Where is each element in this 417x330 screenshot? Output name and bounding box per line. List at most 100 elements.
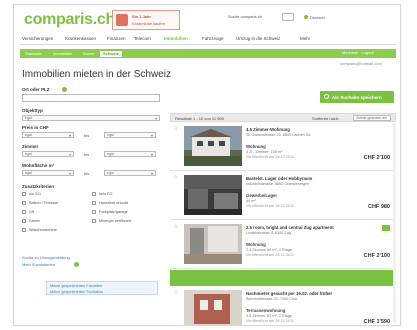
checkbox-label: Haustiere erlaubt bbox=[99, 201, 128, 205]
subnav-suche[interactable]: Suche bbox=[80, 51, 97, 57]
listing-item[interactable]: ☆ 4.5 Zimmer-Wohnung SL Gartenstrasse 25… bbox=[170, 123, 396, 171]
subnav-startseite[interactable]: Startseite bbox=[22, 51, 45, 57]
language-icon bbox=[304, 15, 308, 19]
objekttyp-select[interactable]: egal bbox=[22, 115, 160, 121]
favorite-star-icon[interactable]: ☆ bbox=[173, 290, 178, 296]
saved-favorites-link[interactable]: Meine gespeicherten Favoriten bbox=[50, 284, 102, 288]
checkbox-label: Balkon / Terrasse bbox=[29, 201, 59, 205]
zimmer-bis-label: bis bbox=[84, 152, 90, 157]
nav-item-fahrzeuge[interactable]: Fahrzeuge bbox=[202, 36, 224, 41]
listing-date: Veröffentlicht am 28.12.2011 bbox=[246, 204, 294, 208]
checkbox-kamin[interactable] bbox=[22, 219, 26, 223]
wohnflaeche-bis-select[interactable]: egal bbox=[104, 170, 156, 176]
listing-thumbnail[interactable] bbox=[184, 126, 242, 166]
language-selector[interactable]: Deutsch bbox=[310, 15, 325, 20]
nav-item-mehr[interactable]: Mehr bbox=[300, 36, 310, 41]
nav-item-telecom[interactable]: Telecom bbox=[134, 36, 151, 41]
checkbox-haustiere[interactable] bbox=[92, 201, 96, 205]
checkbox-label: Waschmaschine bbox=[29, 228, 57, 232]
zusatzkriterien-label: Zusatzkriterien bbox=[22, 184, 55, 189]
site-search-label: Suche comparis.ch bbox=[228, 14, 263, 19]
ad-line-2: Kostenlose kaufen bbox=[132, 21, 165, 26]
listing-type: Gewerbe/Lager bbox=[246, 193, 278, 198]
sub-nav: Startseite Immobilien Suche Schweiz bbox=[20, 49, 396, 58]
results-count: Resultate 1 - 10 von 11 969 bbox=[175, 115, 224, 121]
checkbox-label: Lift bbox=[29, 210, 35, 214]
checkbox-lift[interactable] bbox=[22, 210, 26, 214]
listing-rooms: 4 Zi., Zimmer: 105 m² bbox=[246, 150, 283, 154]
saved-searches-link[interactable]: Meine gespeicherten Suchabos bbox=[50, 290, 103, 294]
listing-rooms: 2.5 Zimmer, 65 m², 1 Etage bbox=[246, 248, 293, 252]
sort-label: Sortieren nach: bbox=[312, 115, 340, 121]
listing-address: Bahnhofstrasse 23, 7000 Chur bbox=[246, 297, 298, 301]
wohnflaeche-von-select[interactable]: egal bbox=[22, 170, 74, 176]
listing-thumbnail[interactable] bbox=[184, 224, 242, 264]
listing-title[interactable]: Bastelst. Lager oder Hobbyraum bbox=[246, 176, 312, 181]
location-label: Ort oder PLZ bbox=[22, 87, 50, 92]
checkbox-minergie[interactable] bbox=[92, 219, 96, 223]
favorite-star-icon[interactable]: ☆ bbox=[173, 126, 178, 132]
merkliste-link[interactable]: Merkliste · Logout bbox=[342, 50, 374, 55]
nav-item-versicherungen[interactable]: Versicherungen bbox=[22, 36, 53, 41]
zimmer-von-select[interactable]: egal bbox=[22, 151, 74, 157]
location-input[interactable] bbox=[22, 94, 160, 102]
listing-title[interactable]: 2.5 room, bright and central Zug apartme… bbox=[246, 225, 334, 230]
listing-price: CHF 980 bbox=[367, 204, 390, 210]
listing-thumbnail[interactable] bbox=[184, 175, 242, 215]
comparis-logo[interactable]: comparis.ch bbox=[24, 11, 115, 29]
preis-von-select[interactable]: egal bbox=[22, 132, 74, 138]
listing-price: CHF 2'100 bbox=[363, 253, 390, 259]
checkbox-nur-eg[interactable] bbox=[22, 192, 26, 196]
listing-type: Wohnung bbox=[246, 144, 266, 149]
listing-address: Lindenstrasse 4, 6300 Zug bbox=[246, 231, 291, 235]
listing-thumbnail[interactable] bbox=[184, 290, 242, 325]
wohnflaeche-bis-label: bis bbox=[84, 171, 90, 176]
listing-title[interactable]: Nachmieter gesucht per 15.02. oder frühe… bbox=[246, 291, 332, 296]
listing-item[interactable]: ☆ Bastelst. Lager oder Hobbyraum Industr… bbox=[170, 172, 396, 220]
listing-item[interactable]: ☆ 2.5 room, bright and central Zug apart… bbox=[170, 221, 396, 269]
main-nav: Versicherungen Krankenkassen Finanzen Te… bbox=[20, 35, 396, 45]
listing-title[interactable]: 4.5 Zimmer-Wohnung bbox=[246, 127, 290, 132]
listing-date: Veröffentlicht am 28.12.2011 bbox=[246, 155, 294, 159]
nav-item-immobilien[interactable]: Immobilien bbox=[164, 36, 188, 41]
checkbox-label: Parkplatz/garage bbox=[99, 210, 128, 214]
checkbox-parkplatz[interactable] bbox=[92, 210, 96, 214]
listing-date: Veröffentlicht am 28.12.2011 bbox=[246, 319, 294, 323]
sort-select[interactable]: Zuletzt geändert am bbox=[353, 115, 391, 121]
ad-line-1: Sie 1 Jahr bbox=[132, 14, 151, 19]
wohnflaeche-label: Wohnfläche m² bbox=[22, 163, 55, 168]
browser-frame: comparis.ch Sie 1 Jahr Kostenlose kaufen… bbox=[13, 4, 401, 326]
scrollbar[interactable] bbox=[393, 123, 396, 323]
favorite-star-icon[interactable]: ☆ bbox=[173, 175, 178, 181]
checkbox-label: Minergie-zertifiziert bbox=[99, 219, 132, 223]
user-email: comparis@hotmail.com bbox=[340, 61, 382, 66]
listing-type: Terrassenwohnung bbox=[246, 308, 286, 313]
checkbox-balkon[interactable] bbox=[22, 201, 26, 205]
preis-bis-select[interactable]: egal bbox=[104, 132, 156, 138]
checkbox-waschmaschine[interactable] bbox=[22, 228, 26, 232]
checkbox-label: nur EG bbox=[29, 192, 42, 196]
listing-address: SL Gartenstrasse 25, 8800 Lachen SZ bbox=[246, 133, 311, 137]
listing-price: CHF 1'590 bbox=[363, 319, 390, 325]
nav-item-finanzen[interactable]: Finanzen bbox=[107, 36, 126, 41]
suchabo-link[interactable]: Suche zu Umzugsmeldung bbox=[22, 255, 70, 260]
checkbox-kein-eg[interactable] bbox=[92, 192, 96, 196]
ad-banner[interactable]: Sie 1 Jahr Kostenlose kaufen bbox=[112, 10, 180, 30]
save-search-button[interactable]: Als Suchabo speichern bbox=[320, 91, 394, 103]
info-icon[interactable] bbox=[62, 87, 67, 92]
results-header: Resultate 1 - 10 von 11 969 Sortieren na… bbox=[170, 113, 396, 122]
listing-date: Veröffentlicht am 28.12.2011 bbox=[246, 253, 294, 257]
zimmer-bis-select[interactable]: egal bbox=[104, 151, 156, 157]
checkbox-label: Kamin bbox=[29, 219, 40, 223]
info-icon[interactable] bbox=[74, 262, 79, 267]
promo-band[interactable] bbox=[170, 270, 396, 286]
favorite-star-icon[interactable]: ☆ bbox=[173, 224, 178, 230]
site-search-input[interactable] bbox=[282, 13, 294, 21]
nav-item-krankenkassen[interactable]: Krankenkassen bbox=[65, 36, 96, 41]
nav-item-umzug[interactable]: Umzug in die Schweiz bbox=[236, 36, 280, 41]
subnav-schweiz[interactable]: Schweiz bbox=[100, 50, 122, 57]
subnav-immobilien[interactable]: Immobilien bbox=[50, 51, 75, 57]
preis-bis-label: bis bbox=[84, 133, 90, 138]
listing-item[interactable]: ☆ Nachmieter gesucht per 15.02. oder frü… bbox=[170, 287, 396, 325]
suchkriterien-link[interactable]: Mein Suchkriterien bbox=[22, 262, 55, 267]
